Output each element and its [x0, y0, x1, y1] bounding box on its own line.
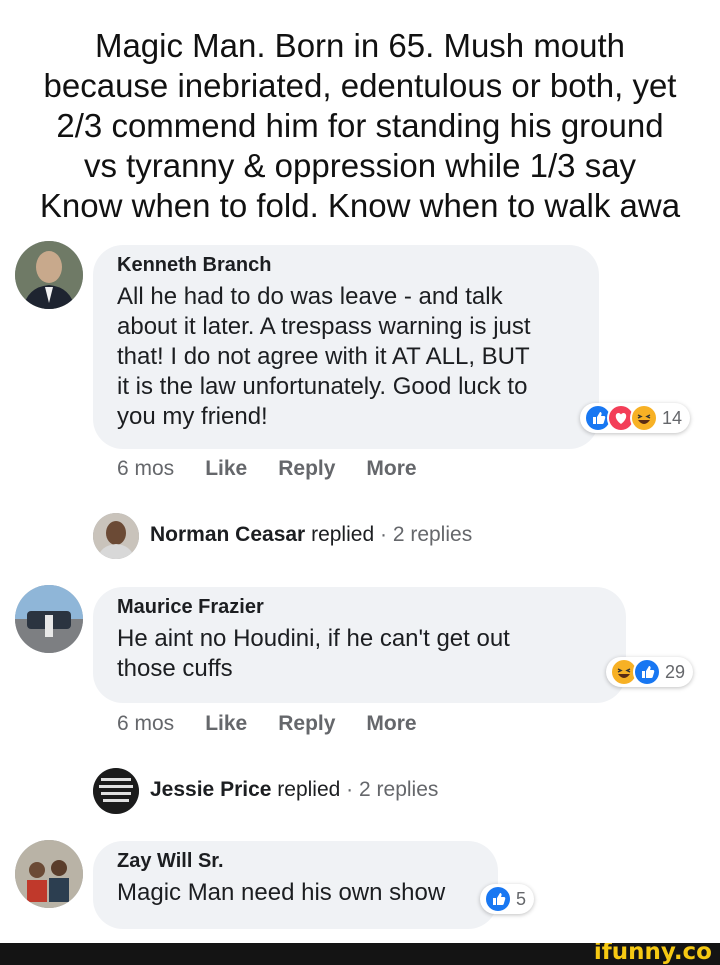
comment-line: He aint no Houdini, if he can't get out — [117, 625, 510, 652]
reaction-summary[interactable]: 29 — [606, 657, 694, 687]
more-button[interactable]: More — [366, 457, 416, 481]
view-replies-link[interactable]: Norman Ceasar replied · 2 replies — [150, 523, 472, 547]
comment-line: Magic Man need his own show — [117, 879, 446, 906]
meme-caption: Magic Man. Born in 65. Mush mouth becaus… — [10, 26, 710, 226]
profile-photo-icon — [15, 585, 83, 653]
comment-actions: 6 mos Like Reply More — [117, 457, 448, 481]
comment-author[interactable]: Zay Will Sr. — [117, 850, 474, 872]
reply-author: Jessie Price — [150, 778, 272, 801]
reply-count: 2 replies — [392, 523, 473, 546]
reply-separator: · — [379, 523, 387, 546]
comment-line: you my friend! — [117, 403, 268, 430]
reply-separator: · — [346, 778, 354, 801]
profile-photo-icon — [93, 768, 139, 814]
comment-author[interactable]: Maurice Frazier — [117, 596, 602, 618]
reply-button[interactable]: Reply — [278, 457, 335, 481]
reaction-count: 14 — [662, 407, 683, 428]
caption-line: Magic Man. Born in 65. Mush mouth — [94, 27, 626, 64]
caption-line: Know when to fold. Know when to walk awa — [39, 187, 681, 224]
comment-bubble: Maurice Frazier He aint no Houdini, if h… — [93, 587, 626, 703]
view-replies-link[interactable]: Jessie Price replied · 2 replies — [150, 778, 438, 802]
profile-photo-icon — [15, 840, 83, 908]
caption-line: 2/3 commend him for standing his ground — [56, 107, 664, 144]
avatar[interactable] — [15, 241, 83, 309]
reply-count: 2 replies — [359, 778, 439, 801]
like-button[interactable]: Like — [205, 457, 247, 481]
comment-line: about it later. A trespass warning is ju… — [117, 313, 531, 340]
reaction-count: 29 — [665, 661, 686, 682]
reply-verb: replied — [277, 778, 341, 801]
comment-actions: 6 mos Like Reply More — [117, 712, 448, 736]
reply-author: Norman Ceasar — [150, 523, 306, 546]
profile-photo-icon — [15, 241, 83, 309]
like-icon — [484, 885, 512, 913]
comment-line: All he had to do was leave - and talk — [117, 283, 503, 310]
avatar[interactable] — [15, 585, 83, 653]
like-button[interactable]: Like — [205, 712, 247, 736]
comment-timestamp[interactable]: 6 mos — [117, 457, 174, 481]
comment-line: it is the law unfortunately. Good luck t… — [117, 373, 528, 400]
reply-avatar[interactable] — [93, 513, 139, 559]
watermark-bar: ifunny.co — [0, 943, 720, 965]
comment-text: Magic Man need his own show — [117, 878, 474, 908]
like-icon — [633, 658, 661, 686]
reaction-summary[interactable]: 14 — [580, 403, 691, 433]
ifunny-logo: ifunny.co — [593, 943, 712, 965]
caption-line: because inebriated, edentulous or both, … — [43, 67, 677, 104]
reaction-summary[interactable]: 5 — [480, 884, 535, 914]
reply-avatar[interactable] — [93, 768, 139, 814]
comment-line: those cuffs — [117, 655, 233, 682]
avatar[interactable] — [15, 840, 83, 908]
comment-line: that! I do not agree with it AT ALL, BUT — [117, 343, 530, 370]
profile-photo-icon — [93, 513, 139, 559]
reaction-count: 5 — [516, 888, 527, 909]
reply-verb: replied — [311, 523, 375, 546]
caption-line: vs tyranny & oppression while 1/3 say — [83, 147, 637, 184]
comment-bubble: Kenneth Branch All he had to do was leav… — [93, 245, 599, 449]
comment-timestamp[interactable]: 6 mos — [117, 712, 174, 736]
reply-button[interactable]: Reply — [278, 712, 335, 736]
more-button[interactable]: More — [366, 712, 416, 736]
haha-icon — [630, 404, 658, 432]
comment-bubble: Zay Will Sr. Magic Man need his own show — [93, 841, 498, 929]
comment-text: He aint no Houdini, if he can't get out … — [117, 624, 602, 684]
comment-text: All he had to do was leave - and talk ab… — [117, 282, 575, 432]
comment-author[interactable]: Kenneth Branch — [117, 254, 575, 276]
